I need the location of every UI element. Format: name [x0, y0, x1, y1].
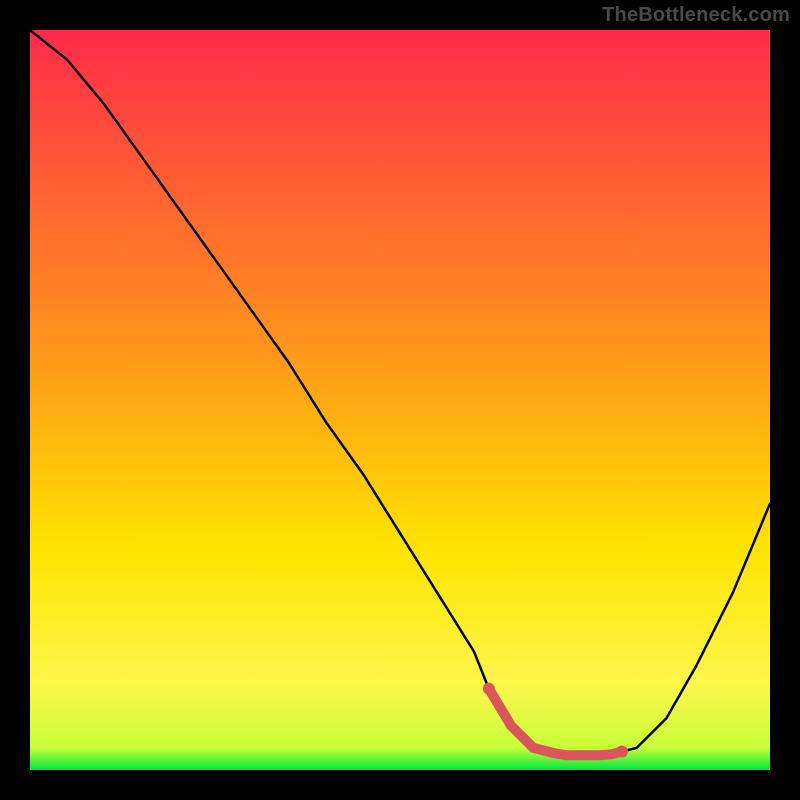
optimal-range-dot-right — [616, 746, 628, 758]
attribution-label: TheBottleneck.com — [602, 4, 790, 27]
optimal-range-dot-left — [483, 683, 495, 695]
heat-gradient-background — [30, 30, 770, 770]
bottleneck-chart — [30, 30, 770, 770]
chart-frame: TheBottleneck.com — [0, 0, 800, 800]
